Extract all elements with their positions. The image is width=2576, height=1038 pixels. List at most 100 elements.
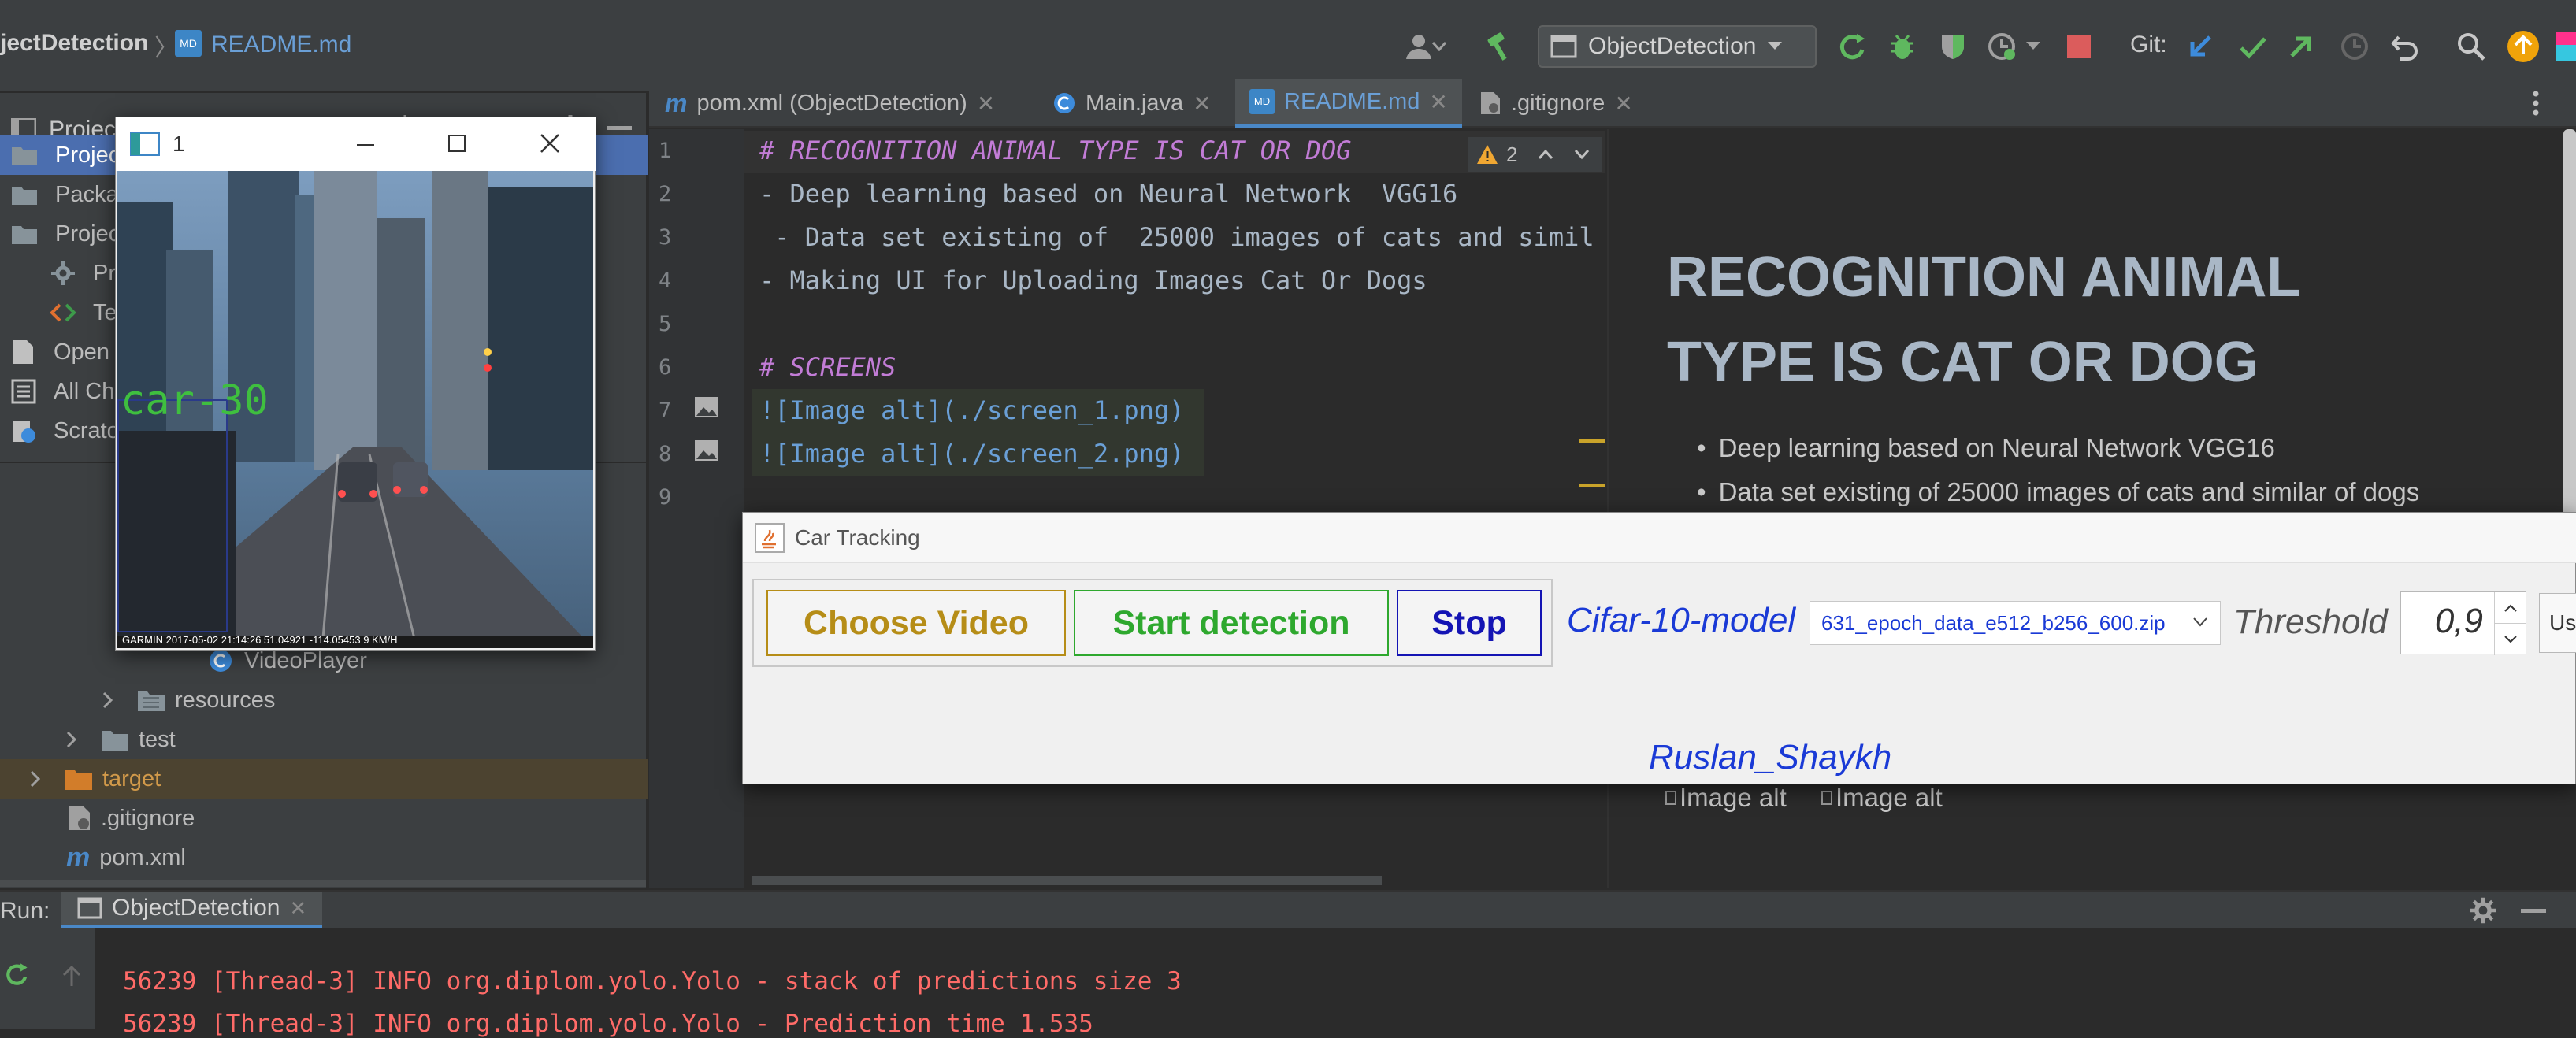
folder-icon xyxy=(12,147,37,165)
profile-icon[interactable] xyxy=(1984,28,2020,65)
git-commit-icon[interactable] xyxy=(2234,28,2270,65)
chevron-right-icon[interactable] xyxy=(66,731,77,748)
car-tracking-window[interactable]: Car Tracking Choose Video Start detectio… xyxy=(742,512,2576,784)
update-icon[interactable] xyxy=(2505,28,2541,65)
chevron-right-icon[interactable] xyxy=(102,691,113,709)
minimize-panel-icon[interactable] xyxy=(607,126,632,131)
broken-image: Image alt xyxy=(1821,783,1943,813)
chevron-up-icon xyxy=(2504,604,2517,612)
folder-icon xyxy=(12,187,37,205)
chevron-down-icon[interactable] xyxy=(1574,149,1590,160)
tab-pom[interactable]: m pom.xml (ObjectDetection) ✕ xyxy=(665,79,995,128)
chevron-up-icon[interactable] xyxy=(1538,149,1553,160)
detection-box xyxy=(117,399,228,632)
bullet-dot: • xyxy=(1697,433,1706,462)
search-icon[interactable] xyxy=(2453,28,2489,65)
threshold-spinner[interactable]: 0,9 xyxy=(2400,591,2526,655)
rerun-icon[interactable] xyxy=(1834,28,1870,65)
model-select-value: 631_epoch_data_e512_b256_600.zip xyxy=(1821,610,2166,635)
start-detection-button[interactable]: Start detection xyxy=(1074,590,1389,656)
inspection-widget[interactable]: 2 xyxy=(1468,137,1602,172)
minimize-panel-icon[interactable] xyxy=(2521,909,2546,913)
warning-icon xyxy=(1477,145,1498,164)
car-tracking-titlebar[interactable]: Car Tracking xyxy=(743,513,2576,563)
minimize-icon[interactable] xyxy=(357,144,374,146)
broken-image-icon xyxy=(1665,791,1676,805)
run-config-select[interactable]: ObjectDetection xyxy=(1538,25,1817,68)
editor-gutter: 1 2 3 4 5 6 7 8 9 xyxy=(649,129,744,888)
tab-main-java[interactable]: Main.java ✕ xyxy=(1052,79,1212,128)
scroll-up-icon[interactable] xyxy=(61,964,82,988)
close-icon[interactable]: ✕ xyxy=(1193,91,1211,117)
horizontal-scrollbar[interactable] xyxy=(0,880,646,887)
rollback-icon[interactable] xyxy=(2387,28,2423,65)
close-icon[interactable]: ✕ xyxy=(1614,91,1632,117)
gitignore-icon xyxy=(1481,92,1500,114)
more-tabs-icon[interactable] xyxy=(2532,90,2540,117)
file-icon xyxy=(13,340,33,364)
run-tab[interactable]: ObjectDetection ✕ xyxy=(61,892,323,928)
ide-logo-icon[interactable] xyxy=(2552,28,2576,65)
preview-bullet: • Deep learning based on Neural Network V… xyxy=(1697,433,2275,462)
line-number: 4 xyxy=(659,269,672,293)
choose-video-button[interactable]: Choose Video xyxy=(766,590,1066,656)
breadcrumb-project[interactable]: jectDetection xyxy=(0,30,148,57)
coverage-icon[interactable] xyxy=(1935,28,1971,65)
line-number: 9 xyxy=(659,485,672,510)
chevron-down-icon xyxy=(1768,42,1783,50)
chevron-down-icon[interactable] xyxy=(2023,28,2043,65)
markdown-file-icon: MD xyxy=(175,30,202,57)
tree-item-target[interactable]: target xyxy=(0,759,648,799)
git-update-icon[interactable] xyxy=(2182,28,2218,65)
run-console[interactable]: 56239 [Thread-3] INFO org.diplom.yolo.Yo… xyxy=(0,928,2576,1038)
close-icon[interactable] xyxy=(540,133,560,154)
folder-icon xyxy=(12,226,37,244)
extra-button[interactable]: Us xyxy=(2539,593,2576,653)
dashcam-overlay: GARMIN 2017-05-02 21:14:26 51.04921 -114… xyxy=(122,634,398,646)
history-icon[interactable] xyxy=(2337,28,2373,65)
debug-bug-icon[interactable] xyxy=(1884,28,1921,65)
tree-item-resources[interactable]: resources xyxy=(0,680,648,720)
preview-bullet: • Data set existing of 25000 images of ca… xyxy=(1697,477,2420,506)
close-icon[interactable]: ✕ xyxy=(1429,89,1447,115)
tree-item-gitignore[interactable]: .gitignore xyxy=(0,799,648,838)
window-icon xyxy=(77,897,102,919)
tree-item-pom[interactable]: m pom.xml xyxy=(0,838,648,877)
spinner-up-button[interactable] xyxy=(2494,592,2526,624)
tab-gitignore[interactable]: .gitignore ✕ xyxy=(1479,79,1633,128)
code-line-7: ![Image alt](./screen_1.png) xyxy=(759,395,1185,425)
folder-icon xyxy=(138,691,165,711)
breadcrumb-file[interactable]: README.md xyxy=(211,32,351,58)
line-number: 8 xyxy=(659,442,672,466)
chevron-down-icon xyxy=(2193,617,2207,627)
chevron-down-icon[interactable] xyxy=(1429,28,1449,65)
tree-item-test[interactable]: test xyxy=(0,720,648,759)
editor-hscrollbar[interactable] xyxy=(752,876,1382,885)
threshold-value: 0,9 xyxy=(2434,602,2483,640)
window-icon xyxy=(1550,35,1577,58)
tab-readme[interactable]: MD README.md ✕ xyxy=(1235,79,1462,128)
rerun-icon[interactable] xyxy=(3,961,30,988)
build-hammer-icon[interactable] xyxy=(1481,28,1517,65)
class-icon xyxy=(210,650,232,672)
stop-button[interactable]: Stop xyxy=(1397,590,1542,656)
spinner-down-button[interactable] xyxy=(2494,624,2526,655)
video-window[interactable]: 1 car-30 GARMIN 2017-05-02 21:14:26 51.0… xyxy=(115,117,596,651)
close-icon[interactable]: ✕ xyxy=(977,91,995,117)
broken-image-icon xyxy=(1821,791,1832,805)
model-select[interactable]: 631_epoch_data_e512_b256_600.zip xyxy=(1810,601,2221,645)
video-titlebar[interactable]: 1 xyxy=(116,117,596,171)
code-line-6: # SCREENS xyxy=(759,352,896,382)
markdown-file-icon: MD xyxy=(1249,89,1275,114)
line-number: 7 xyxy=(659,399,672,423)
preview-heading-line: RECOGNITION ANIMAL xyxy=(1667,246,2302,309)
preview-scrollbar[interactable] xyxy=(2563,129,2576,539)
stop-icon[interactable] xyxy=(2061,28,2097,65)
code-line-4: - Making UI for Uploading Images Cat Or … xyxy=(759,265,1427,295)
git-push-icon[interactable] xyxy=(2283,28,2319,65)
close-icon[interactable]: ✕ xyxy=(289,896,306,921)
gear-icon[interactable] xyxy=(2469,896,2497,925)
console-line: 56239 [Thread-3] INFO org.diplom.yolo.Yo… xyxy=(123,967,1182,995)
chevron-right-icon[interactable] xyxy=(30,770,41,788)
maximize-icon[interactable] xyxy=(448,135,466,152)
